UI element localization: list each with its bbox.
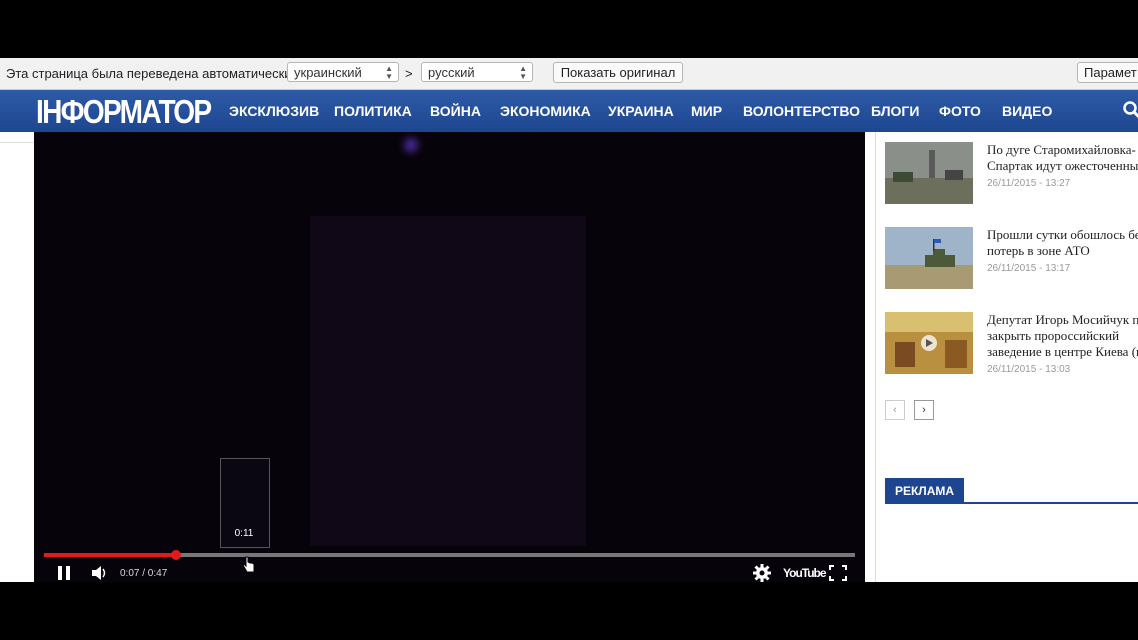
nav-item-economy[interactable]: ЭКОНОМИКА	[500, 103, 591, 119]
ad-section-title: РЕКЛАМА	[885, 478, 964, 503]
video-frame-content	[310, 216, 586, 546]
show-original-button[interactable]: Показать оригинал	[553, 62, 683, 83]
progress-played	[44, 553, 176, 557]
nav-item-world[interactable]: МИР	[691, 103, 722, 119]
news-thumbnail[interactable]	[885, 227, 973, 289]
volume-icon[interactable]	[91, 565, 109, 581]
news-title-line: заведение в центре Киева (в	[987, 344, 1138, 359]
progress-scrubber[interactable]	[171, 550, 181, 560]
nav-item-photo[interactable]: ФОТО	[939, 103, 981, 119]
translate-bar: Эта страница была переведена автоматичес…	[0, 58, 1138, 90]
news-title[interactable]: Депутат Игорь Мосийчук пр закрыть пророс…	[987, 312, 1138, 360]
left-divider	[0, 142, 34, 143]
news-date: 26/11/2015 - 13:03	[987, 364, 1071, 375]
translate-message: Эта страница была переведена автоматичес…	[6, 66, 292, 81]
nav-item-blogs[interactable]: БЛОГИ	[871, 103, 919, 119]
pause-icon[interactable]	[56, 565, 72, 581]
light-spot	[404, 138, 418, 152]
nav-item-war[interactable]: ВОЙНА	[430, 103, 481, 119]
news-title-line: Спартак идут ожесточенные	[987, 158, 1138, 173]
source-language-value: украинский	[294, 65, 362, 80]
news-thumbnail[interactable]	[885, 312, 973, 374]
seek-preview-time: 0:11	[234, 528, 254, 539]
time-display: 0:07 / 0:47	[120, 568, 168, 579]
news-title[interactable]: Прошли сутки обошлось без потерь в зоне …	[987, 227, 1138, 259]
settings-gear-icon[interactable]	[752, 563, 772, 582]
nav-item-volunteering[interactable]: ВОЛОНТЕРСТВО	[743, 103, 860, 119]
news-title[interactable]: По дуге Старомихайловка- Спартак идут ож…	[987, 142, 1138, 174]
letterbox-top	[0, 0, 1138, 58]
sidebar-border	[875, 132, 876, 582]
search-icon[interactable]	[1122, 100, 1138, 120]
letterbox-bottom	[0, 582, 1138, 640]
target-language-select[interactable]: русский ▲ ▼	[421, 62, 533, 82]
carousel-prev-button[interactable]: ‹	[885, 400, 905, 420]
select-arrows-icon: ▲ ▼	[519, 64, 527, 81]
source-language-select[interactable]: украинский ▲ ▼	[287, 62, 399, 82]
news-thumbnail[interactable]	[885, 142, 973, 204]
nav-item-video[interactable]: ВИДЕО	[1002, 103, 1052, 119]
news-title-line: закрыть пророссийский	[987, 328, 1120, 343]
news-title-line: потерь в зоне АТО	[987, 243, 1090, 258]
video-player[interactable]: 0:11 0:07 / 0:47 YouTube	[34, 132, 865, 582]
news-date: 26/11/2015 - 13:17	[987, 263, 1071, 274]
news-date: 26/11/2015 - 13:27	[987, 178, 1071, 189]
nav-item-ukraine[interactable]: УКРАИНА	[608, 103, 674, 119]
nav-item-politics[interactable]: ПОЛИТИКА	[334, 103, 412, 119]
translate-options-button[interactable]: Парамет	[1077, 62, 1138, 83]
translate-arrow: >	[405, 66, 413, 81]
carousel-next-button[interactable]: ›	[914, 400, 934, 420]
fullscreen-icon[interactable]	[829, 565, 847, 581]
sidebar: По дуге Старомихайловка- Спартак идут ож…	[865, 132, 1138, 582]
site-logo[interactable]: ІНФОРМАТОР	[36, 93, 212, 131]
news-title-line: По дуге Старомихайловка-	[987, 142, 1136, 157]
nav-item-exclusive[interactable]: ЭКСКЛЮЗИВ	[229, 103, 319, 119]
browser-viewport: Эта страница была переведена автоматичес…	[0, 58, 1138, 582]
ad-section-underline	[885, 502, 1138, 504]
site-navbar: ІНФОРМАТОР ЭКСКЛЮЗИВ ПОЛИТИКА ВОЙНА ЭКОН…	[0, 90, 1138, 132]
hand-cursor-icon	[242, 556, 255, 573]
news-title-line: Депутат Игорь Мосийчук пр	[987, 312, 1138, 327]
select-arrows-icon: ▲ ▼	[385, 64, 393, 81]
youtube-logo[interactable]: YouTube	[783, 566, 827, 580]
news-title-line: Прошли сутки обошлось без	[987, 227, 1138, 242]
target-language-value: русский	[428, 65, 475, 80]
